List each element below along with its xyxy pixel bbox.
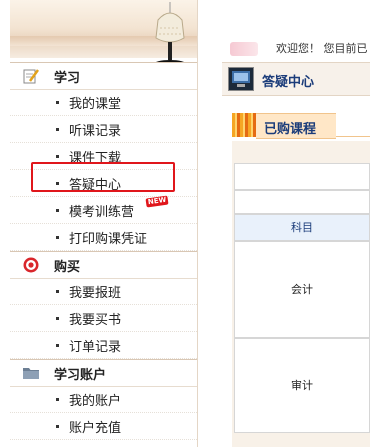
- page-title: 答疑中心: [262, 75, 315, 90]
- tab-title-box: 已购课程: [256, 113, 336, 139]
- table-header-subject: 科目: [234, 214, 370, 241]
- sidebar: 学习 我的课堂 听课记录 课件下载 答疑中心 模考训练营 NEW 打印购课凭证 购…: [0, 0, 197, 447]
- sidebar-group-label: 购买: [54, 260, 81, 275]
- target-icon: [23, 257, 39, 273]
- table-blank-row: [234, 163, 370, 190]
- table-row[interactable]: 审计: [234, 338, 370, 433]
- sidebar-item-my-account[interactable]: 我的账户: [10, 386, 197, 413]
- sidebar-group-label: 学习: [54, 71, 81, 86]
- section-title-bar: 答疑中心: [222, 62, 370, 96]
- highlight-box: [31, 162, 175, 192]
- table-row[interactable]: 会计: [234, 241, 370, 338]
- sidebar-group-purchase[interactable]: 购买: [10, 251, 197, 279]
- tab-stripes-icon: [232, 113, 256, 137]
- sidebar-item-order-history[interactable]: 订单记录: [10, 332, 197, 359]
- folder-icon: [23, 368, 39, 379]
- welcome-text: 欢迎您！ 您目前已: [276, 42, 368, 55]
- sidebar-item-recharge[interactable]: 账户充值: [10, 413, 197, 440]
- sidebar-item-lecture-history[interactable]: 听课记录: [10, 116, 197, 143]
- notepad-pencil-icon: [23, 69, 40, 84]
- new-badge: NEW: [145, 195, 169, 208]
- sidebar-item-mock-exam-camp[interactable]: 模考训练营 NEW: [10, 195, 197, 224]
- sidebar-item-buy-books[interactable]: 我要买书: [10, 305, 197, 332]
- sidebar-item-print-receipt[interactable]: 打印购课凭证: [10, 224, 197, 251]
- sidebar-group-study[interactable]: 学习: [10, 62, 197, 90]
- purchased-courses-tab[interactable]: 已购课程: [232, 113, 370, 139]
- pink-decoration: [230, 42, 258, 56]
- divider: [197, 0, 198, 447]
- monitor-icon: [228, 67, 254, 91]
- sidebar-group-label: 学习账户: [54, 368, 107, 383]
- tab-title: 已购课程: [264, 122, 317, 137]
- table-blank-row: [234, 190, 370, 214]
- sidebar-item-enroll[interactable]: 我要报班: [10, 278, 197, 305]
- sidebar-item-my-class[interactable]: 我的课堂: [10, 89, 197, 116]
- course-table: 科目 会计 审计: [234, 163, 370, 447]
- sidebar-group-account[interactable]: 学习账户: [10, 359, 197, 387]
